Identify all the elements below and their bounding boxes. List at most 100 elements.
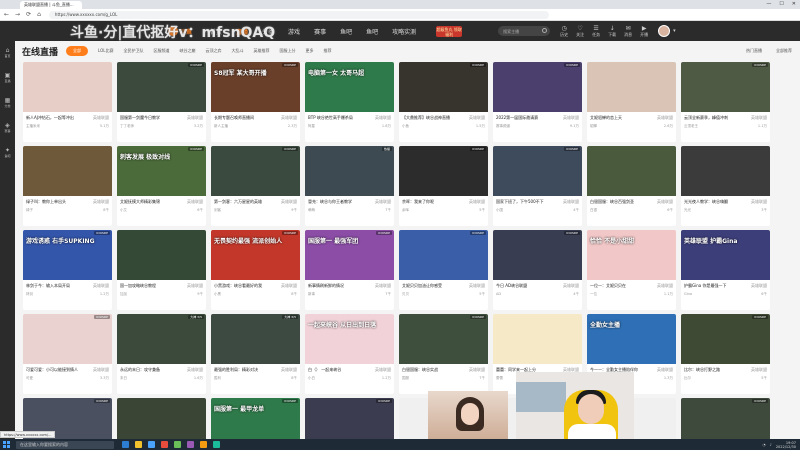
chevron-down-icon[interactable]: ▾	[673, 28, 676, 34]
taskbar-search-input[interactable]: 在这里输入你要搜索的内容	[16, 440, 114, 449]
stream-card[interactable]: IDOSDP 云顶全新赛季，峰值冲刺 英雄联盟 云顶老王 1.1万	[681, 62, 770, 142]
streamer-name[interactable]: 一位	[590, 292, 597, 297]
stream-category[interactable]: 英雄联盟	[751, 367, 767, 373]
taskbar-app-icon[interactable]	[213, 441, 220, 448]
stream-card[interactable]: IDOSDP 刺客发展 极致对线 艾妮抚摸大师精彩集锦 英雄联盟 小艾 6千	[117, 146, 206, 226]
streamer-name[interactable]: 小黑	[214, 292, 221, 297]
stream-thumbnail[interactable]	[587, 62, 676, 112]
stream-thumbnail[interactable]: IDOSDP	[681, 398, 770, 443]
stream-title[interactable]: 余晖：我来了你呢	[402, 199, 434, 205]
stream-title[interactable]: 2022第一届国际邀请赛	[496, 115, 538, 121]
filter-tab[interactable]: 峡谷之巅	[179, 48, 195, 54]
reload-icon[interactable]: ⟳	[26, 11, 31, 18]
streamer-name[interactable]: 胜利	[214, 376, 221, 381]
filter-tab[interactable]: 英雄推荐	[253, 48, 269, 54]
header-follow-button[interactable]: ♡ 关注	[576, 25, 584, 38]
filter-tab[interactable]: 推荐	[323, 48, 331, 54]
stream-category[interactable]: 英雄联盟	[281, 115, 297, 121]
stream-thumbnail[interactable]: 一起来峡谷 从日出到日落	[305, 314, 394, 364]
streamer-name[interactable]: 主播米米	[26, 124, 40, 129]
stream-title[interactable]: 国一加攻略峡谷教程	[120, 283, 156, 289]
stream-thumbnail[interactable]: IDOSDP 国服第一 最甲龙单	[211, 398, 300, 443]
stream-card[interactable]: IDOSDP 可爱可爱：小可以能接到情人 英雄联盟 可爱 3.3万	[23, 314, 112, 394]
stream-category[interactable]: 英雄联盟	[93, 283, 109, 289]
stream-category[interactable]: 英雄联盟	[281, 283, 297, 289]
stream-category[interactable]: 英雄联盟	[751, 283, 767, 289]
stream-title[interactable]: 白（） 一起来峡谷	[308, 367, 341, 373]
taskbar-app-icon[interactable]	[200, 441, 207, 448]
stream-card[interactable]: 英雄联盟 护霸Gina 护霸Gina 你是最强一下 英雄联盟 Gina 6千	[681, 230, 770, 310]
stream-thumbnail[interactable]: 大神 3/5	[211, 314, 300, 364]
streamer-name[interactable]: 蕾蕾	[496, 376, 503, 381]
stream-title[interactable]: 光光夜人教学：峡谷嗨翻	[684, 199, 728, 205]
stream-card[interactable]: 大神 3/5 最强的胜利局：精彩对决 英雄联盟 胜利 8千	[211, 314, 300, 394]
streamer-name[interactable]: 贝贝	[402, 292, 409, 297]
home-icon[interactable]: ⌂	[37, 11, 41, 18]
stream-title[interactable]: 第一剑客：六万星星的英雄	[214, 199, 262, 205]
filter-tab[interactable]: 全部	[66, 46, 89, 56]
stream-card-partial[interactable]	[117, 398, 206, 443]
stream-title[interactable]: 比尔：峡谷打野之路	[684, 367, 720, 373]
back-icon[interactable]: ←	[4, 11, 9, 18]
network-icon[interactable]: ◔	[763, 443, 766, 447]
stream-title[interactable]: 长期专题召唤师直播间	[214, 115, 254, 121]
stream-card[interactable]: 电脑第一女 太哥马超 BTP 峡谷绝世高手爆杀局 英雄联盟 阿星 1.8万	[305, 62, 394, 142]
taskbar-app-icon[interactable]	[148, 441, 155, 448]
stream-category[interactable]: 英雄联盟	[281, 367, 297, 373]
stream-thumbnail[interactable]: IDOSDP	[493, 230, 582, 280]
maximize-icon[interactable]: ☐	[779, 1, 783, 7]
stream-card[interactable]: IDOSDP 国服第一 最强军团 新事情刷新鲜的情况 英雄联盟 新事 7千	[305, 230, 394, 310]
stream-card[interactable]: IDOSDP 国家下班了，下午500不下 英雄联盟 小国 4千	[493, 146, 582, 226]
url-input[interactable]: https://www.xxxxxx.com/g_LOL	[48, 10, 549, 19]
stream-category[interactable]: 英雄联盟	[469, 199, 485, 205]
stream-thumbnail[interactable]	[587, 146, 676, 196]
streamer-name[interactable]: 比尔	[684, 376, 691, 381]
streamer-name[interactable]: Gina	[684, 292, 692, 297]
stream-thumbnail[interactable]: IDOSDP	[305, 398, 394, 443]
stream-card[interactable]: 新人AJ冲钻石，一起等冲出 英雄联盟 主播米米 5.1万	[23, 62, 112, 142]
stream-thumbnail[interactable]	[117, 230, 206, 280]
stream-title[interactable]: 可爱可爱：小可以能接到情人	[26, 367, 78, 373]
stream-category[interactable]: 英雄联盟	[375, 199, 391, 205]
streamer-name[interactable]: 貂蝉	[590, 124, 597, 129]
stream-category[interactable]: 英雄联盟	[93, 115, 109, 121]
stream-thumbnail[interactable]: 全勤女主播	[587, 314, 676, 364]
stream-title[interactable]: 云顶全新赛季，峰值冲刺	[684, 115, 728, 121]
stream-title[interactable]: 林剑于今：输入本局开局	[26, 283, 70, 289]
stream-card[interactable]: IDOSDP 【大鼎推荐】峡谷战神直播 英雄联盟 小鱼 1.5万	[399, 62, 488, 142]
stream-category[interactable]: 英雄联盟	[469, 115, 485, 121]
stream-title[interactable]: 新事情刷新鲜的情况	[308, 283, 344, 289]
streamer-name[interactable]: 云顶老王	[684, 124, 698, 129]
stream-card[interactable]: 绿子叫：教你上单出头 英雄联盟 绿子 8千	[23, 146, 112, 226]
top-nav-item[interactable]: 攻略实测	[392, 27, 416, 36]
stream-category[interactable]: 英雄联盟	[93, 199, 109, 205]
stream-card[interactable]: IDOSDP 白银国服：峡谷实战 英雄联盟 国服 7千	[399, 314, 488, 394]
volume-icon[interactable]: ♪	[770, 443, 772, 447]
streamer-name[interactable]: 国服	[402, 376, 409, 381]
filter-tab[interactable]: 全民护卫队	[123, 48, 143, 54]
streamer-name[interactable]: AD	[496, 292, 501, 297]
avatar[interactable]	[658, 25, 671, 37]
stream-card[interactable]: IDOSDP 余晖：我来了你呢 英雄联盟 余晖 5千	[399, 146, 488, 226]
clock[interactable]: 19:07 2022/12/30	[776, 441, 796, 449]
sidebar-item-event[interactable]: ◈ 赛事	[4, 122, 10, 133]
stream-category[interactable]: 英雄联盟	[751, 199, 767, 205]
stream-card[interactable]: IDOSDP 2022第一届国际邀请赛 英雄联盟 赛事频道 9.1万	[493, 62, 582, 142]
stream-category[interactable]: 英雄联盟	[563, 283, 579, 289]
stream-thumbnail[interactable]	[23, 62, 112, 112]
search-icon[interactable]	[542, 28, 548, 33]
stream-card-partial[interactable]: IDOSDP	[681, 398, 770, 443]
streamer-name[interactable]: 丁丁老师	[120, 124, 134, 129]
streamer-name[interactable]: 加加	[120, 292, 127, 297]
stream-thumbnail[interactable]: 热播	[305, 146, 394, 196]
streamer-name[interactable]: 末日	[120, 376, 127, 381]
hot-live-button[interactable]: 热门直播	[746, 48, 762, 54]
stream-category[interactable]: 英雄联盟	[187, 199, 203, 205]
stream-category[interactable]: 英雄联盟	[657, 115, 673, 121]
stream-thumbnail[interactable]: 英雄联盟 护霸Gina	[681, 230, 770, 280]
streamer-name[interactable]: 剑客	[214, 208, 221, 213]
stream-category[interactable]: 英雄联盟	[281, 199, 297, 205]
stream-title[interactable]: 白银国服：峡谷百强剑圣	[590, 199, 634, 205]
streamer-name[interactable]: 小艾	[120, 208, 127, 213]
sidebar-item-category[interactable]: ▦ 分类	[4, 97, 10, 108]
